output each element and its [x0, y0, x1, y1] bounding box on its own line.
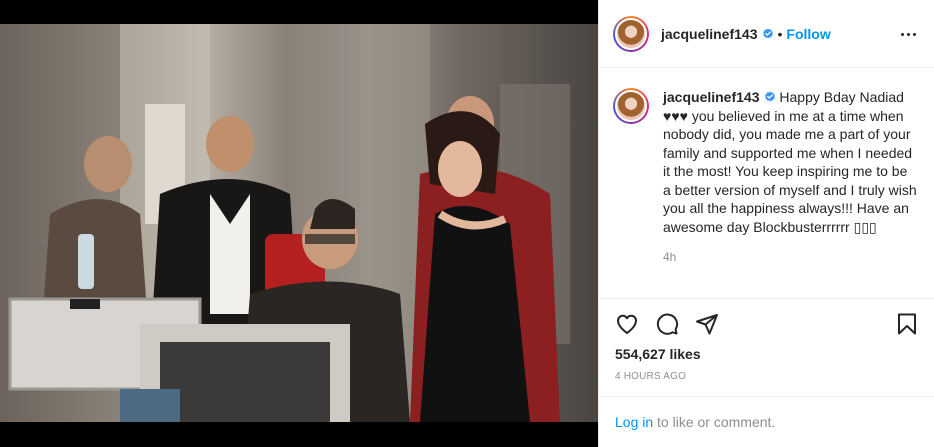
- verified-badge-icon: [762, 28, 773, 38]
- caption-author-avatar[interactable]: [613, 88, 649, 124]
- post-media[interactable]: [0, 0, 598, 447]
- share-icon[interactable]: [695, 312, 719, 336]
- caption-block: jacquelinef143 Happy Bday Nadiad ♥♥♥ you…: [663, 88, 919, 298]
- heart-icon[interactable]: [615, 312, 639, 336]
- post-caption: jacquelinef143 Happy Bday Nadiad ♥♥♥ you…: [663, 88, 919, 236]
- instagram-post: jacquelinef143 • Follow jacquelinef143 H…: [0, 0, 934, 447]
- login-link[interactable]: Log in: [615, 414, 653, 430]
- photo-illustration: [8, 24, 570, 422]
- caption-username[interactable]: jacquelinef143: [663, 89, 760, 105]
- bookmark-icon[interactable]: [895, 312, 919, 336]
- post-photo: [0, 24, 598, 422]
- author-avatar[interactable]: [613, 15, 649, 52]
- post-header: jacquelinef143 • Follow: [599, 0, 934, 68]
- post-side-panel: jacquelinef143 • Follow jacquelinef143 H…: [598, 0, 934, 447]
- comment-icon[interactable]: [655, 312, 679, 336]
- comments-section[interactable]: jacquelinef143 Happy Bday Nadiad ♥♥♥ you…: [599, 68, 934, 299]
- caption-relative-time[interactable]: 4h: [663, 250, 919, 264]
- caption-text: Happy Bday Nadiad ♥♥♥ you believed in me…: [663, 89, 917, 235]
- login-prompt-text: to like or comment.: [653, 414, 776, 430]
- caption-verified-badge-icon: [764, 91, 775, 102]
- action-bar: [599, 300, 934, 350]
- author-username[interactable]: jacquelinef143: [661, 26, 758, 42]
- login-prompt: Log in to like or comment.: [599, 396, 934, 447]
- more-options-icon[interactable]: [901, 26, 917, 42]
- follow-button[interactable]: Follow: [786, 26, 830, 42]
- header-separator: •: [777, 25, 783, 42]
- post-timestamp[interactable]: 4 HOURS AGO: [615, 371, 686, 382]
- likes-count[interactable]: 554,627 likes: [615, 346, 701, 362]
